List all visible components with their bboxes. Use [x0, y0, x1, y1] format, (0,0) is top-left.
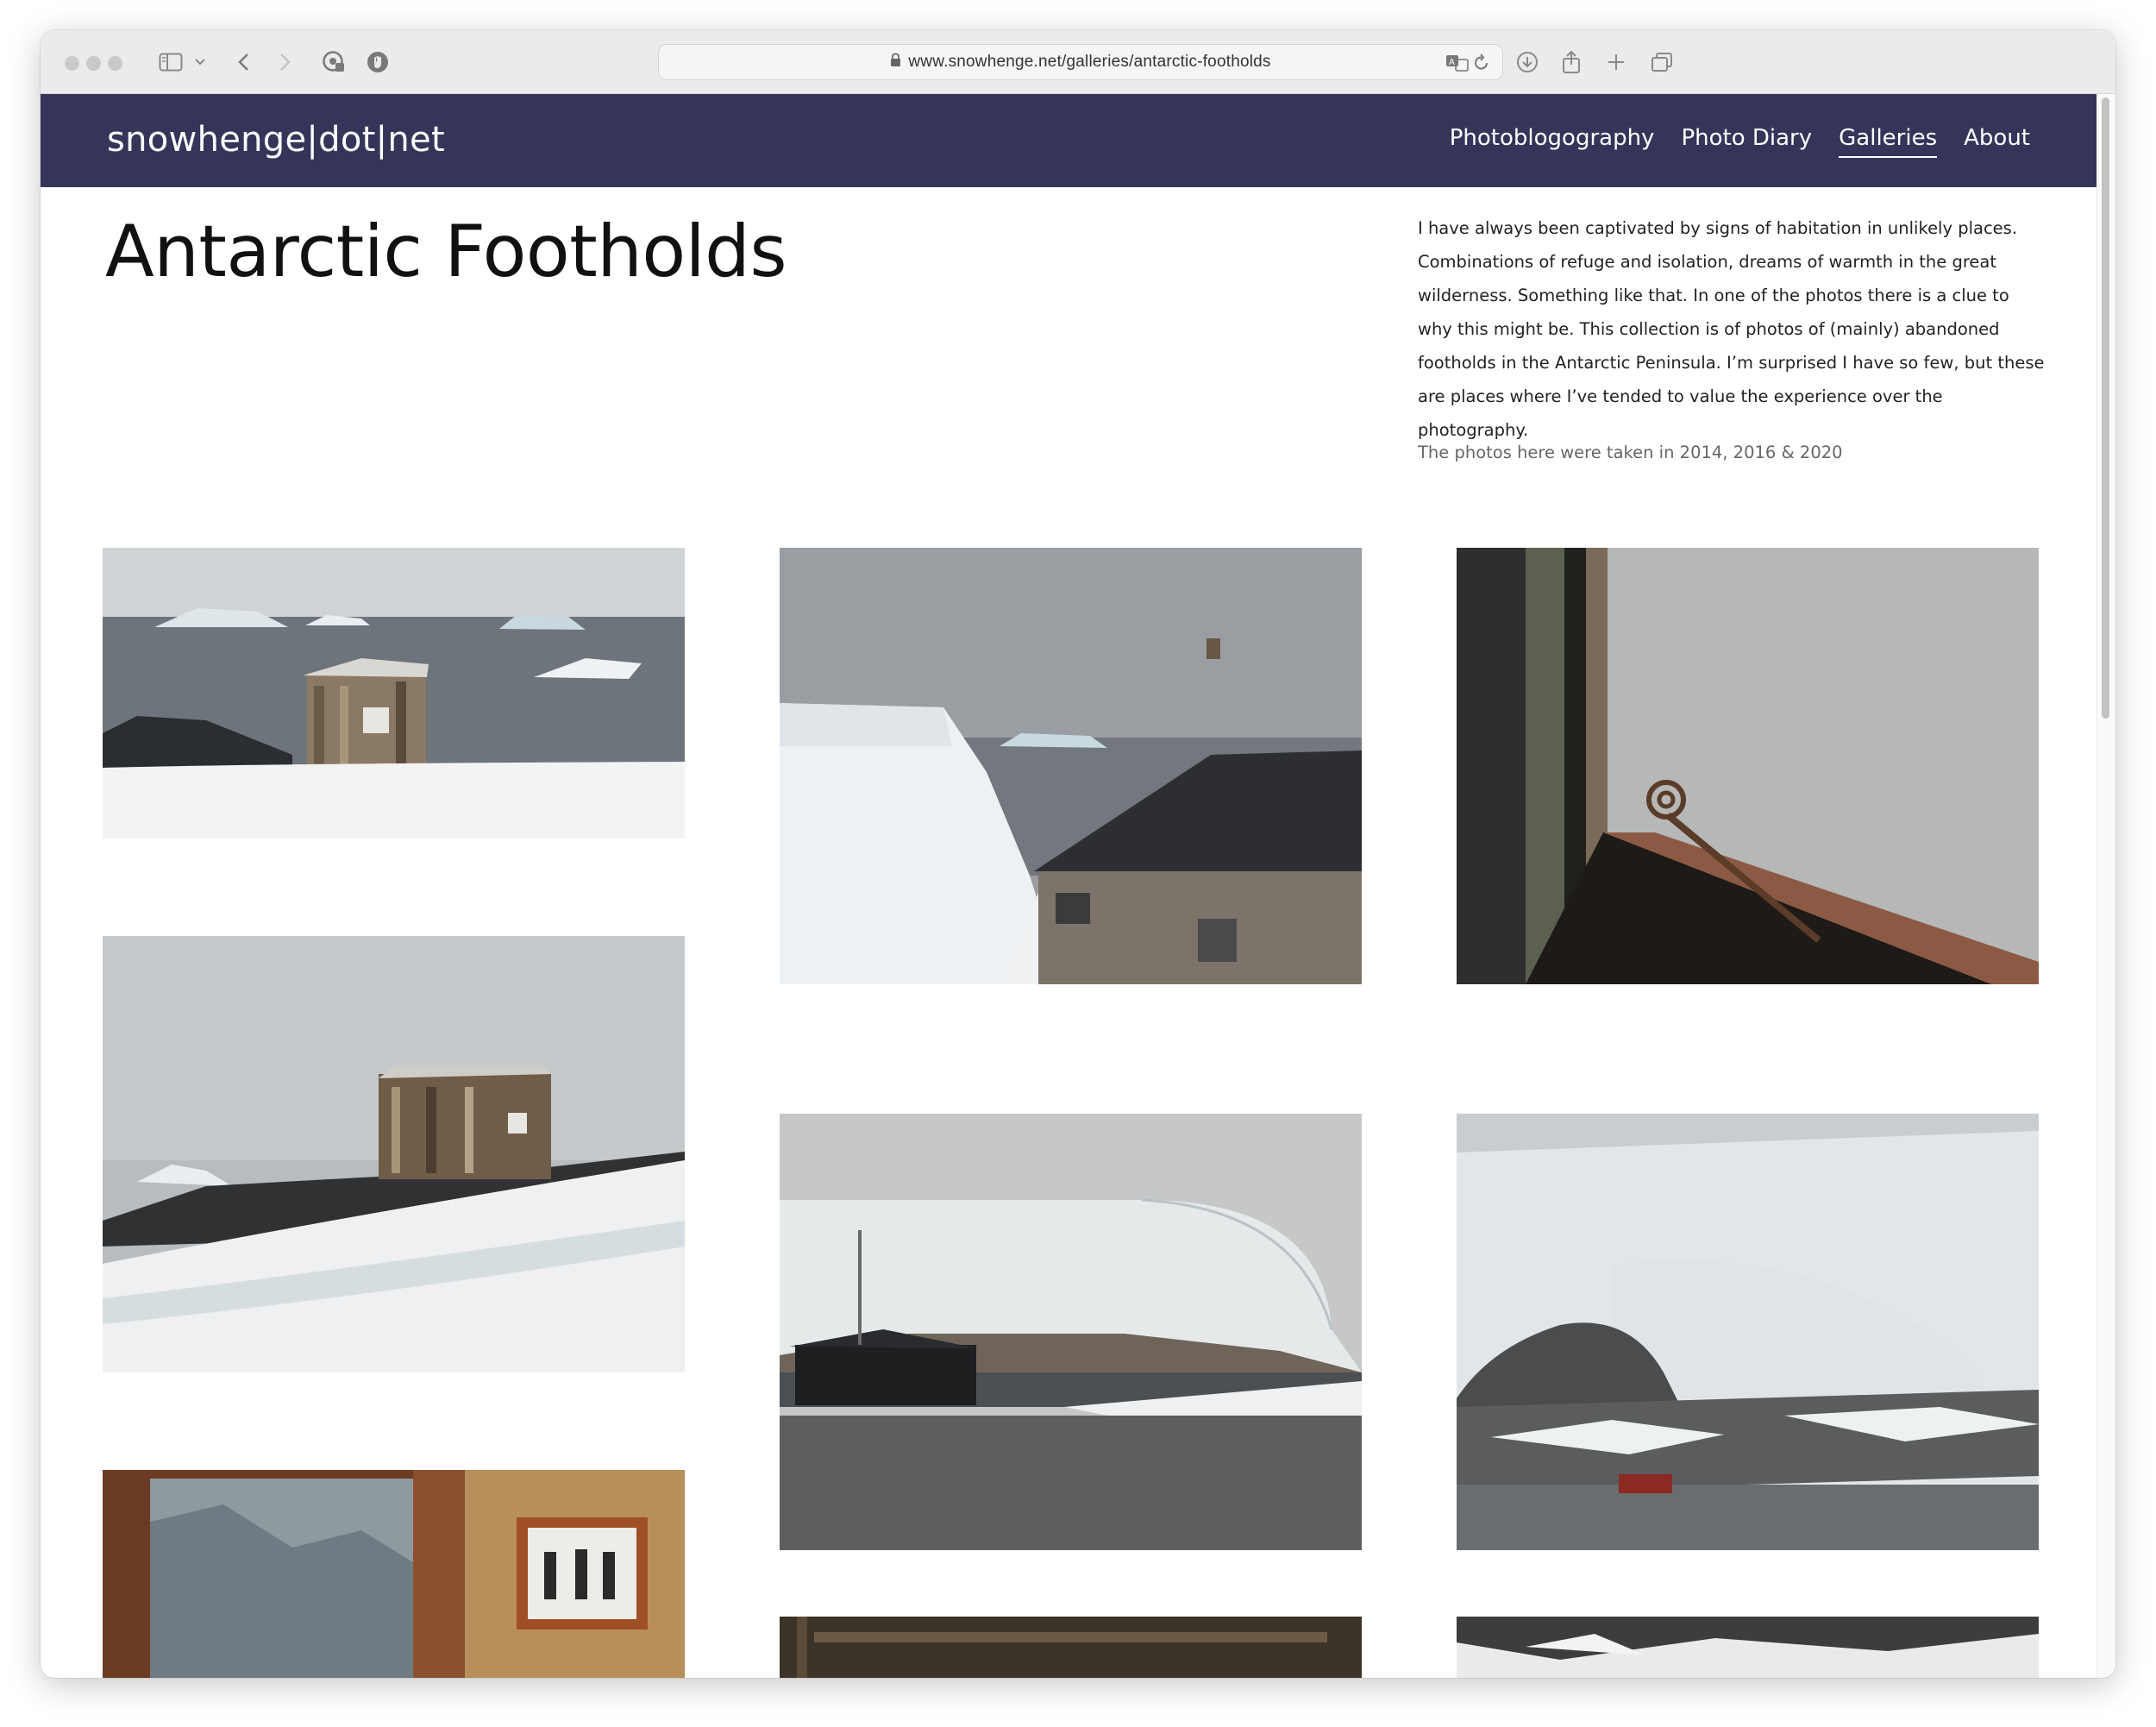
download-icon[interactable]: [1515, 47, 1539, 77]
gallery-photo[interactable]: [103, 548, 685, 838]
nav-photo-diary[interactable]: Photo Diary: [1681, 125, 1812, 158]
sidebar-icon[interactable]: [158, 47, 184, 77]
browser-window: www.snowhenge.net/galleries/antarctic-fo…: [41, 30, 2115, 1678]
share-icon[interactable]: [1560, 47, 1583, 77]
close-window-button[interactable]: [65, 56, 79, 71]
page-title: Antarctic Footholds: [105, 210, 787, 293]
tab-overview-icon[interactable]: [1650, 47, 1674, 77]
privacy-report-icon[interactable]: [321, 47, 347, 77]
gallery-photo[interactable]: [780, 1617, 1362, 1678]
extension-icon[interactable]: [365, 47, 391, 77]
new-tab-icon[interactable]: [1606, 47, 1626, 77]
minimize-window-button[interactable]: [86, 56, 101, 71]
lock-icon: [890, 53, 901, 72]
nav-photoblogography[interactable]: Photoblogography: [1450, 125, 1655, 158]
site-header: snowhenge|dot|net Photoblogography Photo…: [41, 94, 2096, 187]
gallery-photo[interactable]: [1457, 548, 2039, 984]
gallery-photo[interactable]: [1457, 1114, 2039, 1550]
gallery-photo[interactable]: [780, 1114, 1362, 1550]
nav-about[interactable]: About: [1964, 125, 2030, 158]
forward-arrow-icon[interactable]: [277, 47, 294, 77]
translate-icon[interactable]: A: [1445, 52, 1470, 74]
gallery-photo[interactable]: [1457, 1617, 2039, 1678]
reload-icon[interactable]: [1473, 52, 1490, 74]
gallery-photo[interactable]: [103, 936, 685, 1372]
browser-toolbar: www.snowhenge.net/galleries/antarctic-fo…: [41, 30, 2115, 94]
gallery-photo[interactable]: [103, 1470, 685, 1678]
gallery-date-note: The photos here were taken in 2014, 2016…: [1418, 443, 1843, 462]
site-logo[interactable]: snowhenge|dot|net: [107, 120, 445, 160]
gallery-photo[interactable]: [780, 548, 1362, 984]
svg-text:A: A: [1449, 58, 1455, 67]
zoom-window-button[interactable]: [108, 56, 122, 71]
main-nav: Photoblogography Photo Diary Galleries A…: [1450, 125, 2030, 158]
gallery-intro: I have always been captivated by signs o…: [1418, 218, 2045, 440]
scrollbar-thumb[interactable]: [2102, 97, 2109, 719]
url-text: www.snowhenge.net/galleries/antarctic-fo…: [908, 53, 1271, 71]
address-bar[interactable]: www.snowhenge.net/galleries/antarctic-fo…: [658, 44, 1503, 80]
nav-galleries[interactable]: Galleries: [1839, 125, 1938, 158]
back-arrow-icon[interactable]: [235, 47, 252, 77]
chevron-down-icon[interactable]: [194, 47, 206, 77]
